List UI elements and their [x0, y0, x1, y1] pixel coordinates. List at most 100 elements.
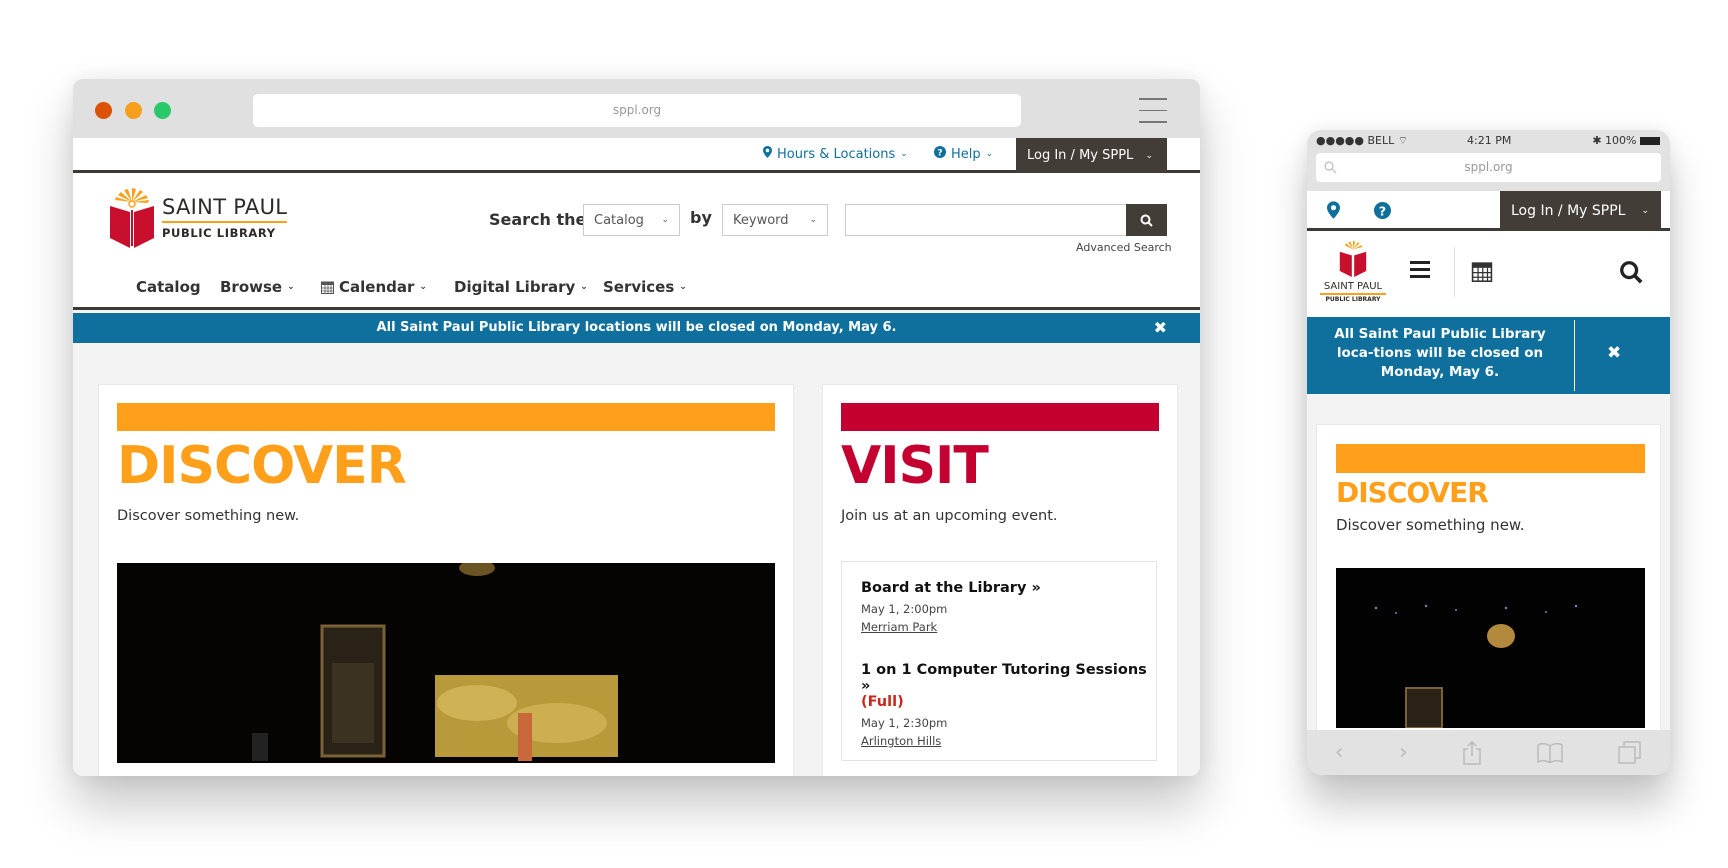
browser-chrome: sppl.org: [73, 79, 1200, 138]
logo-text: SAINT PAUL PUBLIC LIBRARY: [162, 194, 288, 240]
help-link[interactable]: ? Help ⌄: [934, 146, 993, 162]
back-icon[interactable]: ‹: [1335, 740, 1344, 765]
visit-accent-bar: [841, 403, 1159, 431]
nav-label: Catalog: [136, 278, 201, 296]
site-logo[interactable]: SAINT PAUL PUBLIC LIBRARY: [110, 188, 288, 248]
search-button[interactable]: [1126, 204, 1167, 236]
discover-card: DISCOVER Discover something new.: [98, 384, 794, 776]
help-label: Help: [951, 146, 981, 162]
hours-locations-label: Hours & Locations: [777, 146, 896, 162]
event-date: May 1, 2:00pm: [861, 602, 948, 616]
visit-subtitle: Join us at an upcoming event.: [841, 508, 1058, 524]
discover-heading: DISCOVER: [1336, 476, 1489, 509]
event-full-status: (Full): [861, 694, 904, 710]
nav-browse[interactable]: Browse ⌄: [220, 278, 295, 296]
login-label: Log In / My SPPL: [1027, 148, 1134, 163]
search-icon[interactable]: [1619, 260, 1643, 284]
mobile-device: ●●●●● BELL ⌔ 4:21 PM ✱ 100% sppl.org ? L…: [1307, 130, 1670, 775]
mobile-address-bar[interactable]: sppl.org: [1316, 153, 1661, 182]
login-button[interactable]: Log In / My SPPL ⌄: [1016, 138, 1167, 173]
mobile-logo[interactable]: SAINT PAUL PUBLIC LIBRARY: [1320, 241, 1386, 303]
battery-indicator: ✱ 100%: [1592, 134, 1660, 147]
nav-label: Calendar: [339, 278, 415, 296]
bookmarks-icon[interactable]: [1537, 742, 1563, 763]
search-icon: [1324, 161, 1337, 174]
event-location-link[interactable]: Merriam Park: [861, 620, 1151, 634]
discover-feature-photo[interactable]: [117, 563, 775, 763]
search-by-label: by: [690, 208, 712, 227]
discover-accent-bar: [117, 403, 775, 431]
browser-menu-icon[interactable]: [1139, 98, 1167, 123]
mobile-browser-toolbar: ‹ ›: [1307, 730, 1670, 775]
event-title-link[interactable]: 1 on 1 Computer Tutoring Sessions »: [861, 662, 1156, 694]
nav-calendar[interactable]: Calendar ⌄: [321, 278, 427, 296]
discover-feature-photo[interactable]: [1336, 568, 1645, 728]
event-item: Board at the Library » May 1, 2:00pm Mer…: [861, 580, 1151, 634]
nav-label: Browse: [220, 278, 283, 296]
search-scope-value: Catalog: [594, 212, 644, 228]
address-bar[interactable]: sppl.org: [253, 94, 1021, 127]
events-list: Board at the Library » May 1, 2:00pm Mer…: [841, 561, 1157, 761]
forward-icon[interactable]: ›: [1399, 740, 1408, 765]
nav-label: Services: [603, 278, 675, 296]
logo-divider: [1320, 293, 1386, 295]
chevron-down-icon: ⌄: [1641, 206, 1649, 216]
svg-text:?: ?: [1379, 204, 1386, 219]
mobile-discover-card: DISCOVER Discover something new.: [1316, 424, 1661, 730]
desktop-page: Hours & Locations ⌄ ? Help ⌄ Log In / My…: [73, 138, 1200, 776]
logo-line2: PUBLIC LIBRARY: [1325, 295, 1381, 303]
minimize-window-button[interactable]: [125, 102, 142, 119]
chevron-down-icon: ⌄: [580, 282, 588, 292]
chevron-down-icon: ⌄: [287, 282, 295, 292]
svg-text:?: ?: [937, 149, 942, 159]
discover-accent-bar: [1336, 444, 1645, 473]
hours-locations-link[interactable]: Hours & Locations ⌄: [763, 146, 908, 162]
mobile-closure-alert: All Saint Paul Public Library loca-tions…: [1307, 317, 1670, 394]
event-title-link[interactable]: Board at the Library »: [861, 580, 1151, 596]
nav-services[interactable]: Services ⌄: [603, 278, 687, 296]
search-type-select[interactable]: Keyword ⌄: [722, 204, 828, 236]
close-alert-icon[interactable]: ✖: [1607, 343, 1621, 363]
closure-alert-banner: All Saint Paul Public Library locations …: [73, 313, 1200, 343]
maximize-window-button[interactable]: [154, 102, 171, 119]
double-chevron-right-icon: »: [1031, 580, 1041, 596]
tabs-icon[interactable]: [1618, 740, 1642, 765]
logo-line2: PUBLIC LIBRARY: [162, 225, 276, 240]
event-date: May 1, 2:30pm: [861, 716, 948, 730]
mobile-login-button[interactable]: Log In / My SPPL ⌄: [1500, 191, 1661, 231]
mobile-page: ? Log In / My SPPL ⌄ SAINT PAUL PUBLIC L…: [1307, 191, 1670, 730]
map-pin-icon: [763, 146, 772, 162]
discover-heading: DISCOVER: [117, 436, 407, 496]
question-circle-icon: ?: [934, 146, 946, 162]
desktop-browser-window: sppl.org Hours & Locations ⌄ ? Help ⌄ Lo…: [73, 79, 1200, 776]
nav-digital-library[interactable]: Digital Library ⌄: [454, 278, 588, 296]
double-chevron-right-icon: »: [861, 678, 871, 694]
map-pin-icon[interactable]: [1327, 201, 1340, 219]
header-divider: [1454, 247, 1455, 297]
search-input[interactable]: [845, 204, 1127, 236]
nav-catalog[interactable]: Catalog: [136, 278, 201, 296]
calendar-icon[interactable]: [1471, 260, 1493, 282]
logo-line1: SAINT PAUL: [162, 194, 288, 219]
help-icon[interactable]: ?: [1374, 202, 1391, 219]
alert-divider: [1574, 320, 1575, 391]
chevron-down-icon: ⌄: [661, 215, 669, 225]
search-scope-select[interactable]: Catalog ⌄: [583, 204, 680, 236]
search-icon: [1140, 214, 1153, 227]
share-icon[interactable]: [1463, 740, 1482, 765]
login-label: Log In / My SPPL: [1511, 203, 1626, 219]
status-time: 4:21 PM: [1467, 134, 1512, 147]
library-book-logo-icon: [110, 188, 154, 248]
chevron-down-icon: ⌄: [900, 149, 908, 159]
battery-icon: [1640, 137, 1660, 145]
close-window-button[interactable]: [95, 102, 112, 119]
chevron-down-icon: ⌄: [1145, 150, 1153, 161]
close-alert-icon[interactable]: ✖: [1154, 313, 1167, 343]
mobile-utility-bar: ? Log In / My SPPL ⌄: [1307, 191, 1670, 231]
event-location-link[interactable]: Arlington Hills: [861, 734, 1156, 748]
stage-performance-image: [117, 563, 775, 763]
library-book-logo-icon: [1339, 241, 1367, 277]
hamburger-menu-icon[interactable]: [1410, 261, 1430, 278]
search-type-value: Keyword: [733, 212, 789, 228]
advanced-search-link[interactable]: Advanced Search: [1076, 241, 1172, 254]
